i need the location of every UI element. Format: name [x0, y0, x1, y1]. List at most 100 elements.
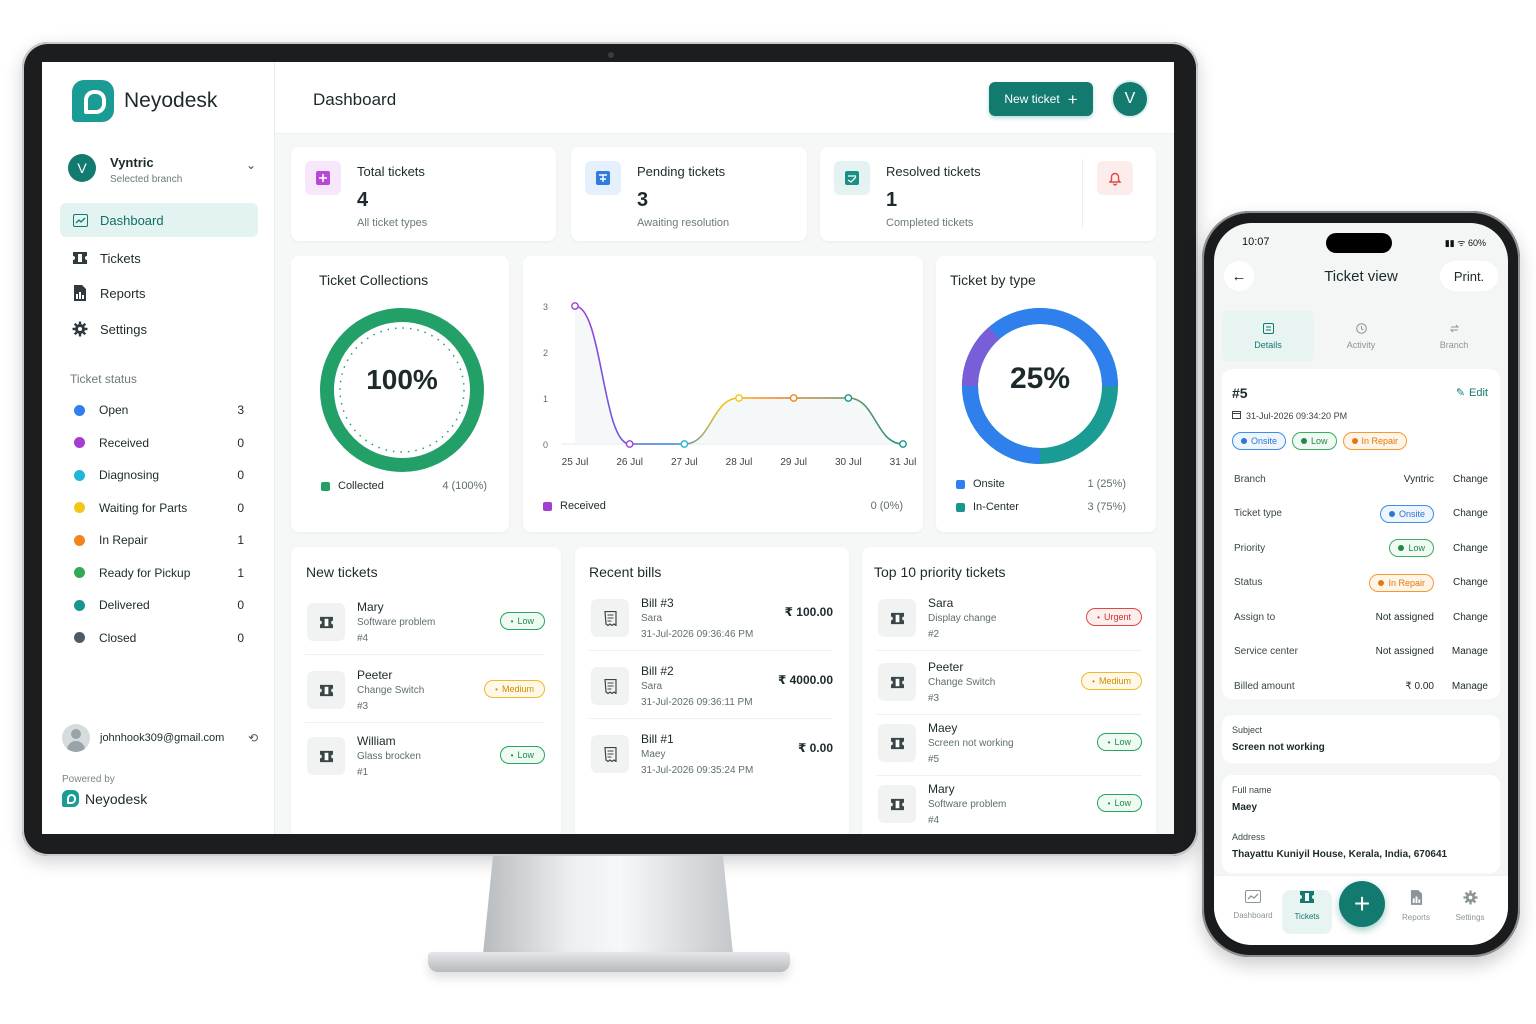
detail-action-button[interactable]: Change	[1450, 577, 1488, 588]
status-dot	[74, 534, 85, 546]
status-item[interactable]: Delivered 0	[74, 595, 244, 615]
ticket-list-item[interactable]: Maey Screen not working #5 • Low	[876, 716, 1142, 776]
y-tick-label: 1	[543, 394, 548, 404]
tab-activity[interactable]: Activity	[1315, 311, 1407, 361]
bill-icon	[591, 667, 629, 705]
y-tick-label: 3	[543, 302, 548, 312]
sidebar-item-reports[interactable]: Reports	[60, 276, 258, 310]
type-legend-onsite: Onsite 1 (25%)	[956, 478, 1126, 490]
battery-percent: 60%	[1467, 238, 1486, 248]
bottom-nav-dashboard[interactable]: Dashboard	[1228, 890, 1278, 934]
bell-icon[interactable]	[1097, 161, 1133, 195]
datetime-text: 31-Jul-2026 09:34:20 PM	[1246, 410, 1348, 421]
brand-logo[interactable]: Neyodesk	[72, 80, 217, 122]
status-count: 3	[237, 403, 244, 417]
powered-by-label: Powered by	[62, 774, 115, 785]
ticket-customer: Mary	[928, 782, 955, 796]
ticket-icon	[307, 671, 345, 709]
received-data-point	[571, 302, 579, 310]
print-button[interactable]: Print.	[1440, 261, 1498, 291]
stat-card-total[interactable]: Total tickets 4 All ticket types	[291, 147, 556, 241]
ticket-list-item[interactable]: William Glass brocken #1 • Low	[305, 729, 545, 789]
new-ticket-button[interactable]: New ticket +	[989, 82, 1093, 116]
bill-list-item[interactable]: Bill #2 Sara 31-Jul-2026 09:36:11 PM ₹ 4000…	[589, 659, 833, 719]
ticket-problem: Glass brocken	[357, 751, 421, 762]
chip-dot	[1241, 438, 1247, 444]
detail-action-button[interactable]: Change	[1450, 508, 1488, 519]
current-user[interactable]: johnhook309@gmail.com ⟲	[62, 724, 258, 752]
status-dot	[74, 599, 85, 611]
detail-action-button[interactable]: Change	[1450, 543, 1488, 554]
stat-card-resolved[interactable]: Resolved tickets 1 Completed tickets	[820, 147, 1156, 241]
detail-value: Not assigned	[1375, 646, 1434, 657]
branch-selector[interactable]: V Vyntric Selected branch ⌄	[68, 154, 258, 190]
ticket-chips: Onsite Low In Repair	[1232, 432, 1408, 450]
status-dot	[74, 632, 85, 643]
y-tick-label: 0	[543, 440, 548, 450]
detail-action-button[interactable]: Change	[1450, 474, 1488, 485]
status-count: 1	[237, 533, 244, 547]
sidebar-item-tickets[interactable]: Tickets	[60, 241, 258, 275]
plus-icon: +	[1067, 89, 1078, 109]
logout-icon[interactable]: ⟲	[248, 731, 258, 745]
card-title: Ticket Collections	[319, 272, 429, 288]
desktop-screen: Neyodesk V Vyntric Selected branch ⌄ Das…	[42, 62, 1174, 834]
new-tickets-card: New tickets Mary Software problem #4 • Low Pe…	[291, 547, 561, 834]
ticket-list-item[interactable]: Peeter Change Switch #3 • Medium	[876, 655, 1142, 715]
sidebar-item-dashboard[interactable]: Dashboard	[60, 203, 258, 237]
ticket-icon	[878, 785, 916, 823]
dashboard-icon	[72, 212, 88, 228]
user-avatar-button[interactable]: V	[1113, 82, 1147, 116]
priority-badge: • Medium	[484, 680, 545, 698]
camera-dot	[608, 52, 614, 58]
detail-action-button[interactable]: Change	[1450, 612, 1488, 623]
bottom-nav-settings[interactable]: Settings	[1445, 890, 1495, 934]
priority-tickets-card: Top 10 priority tickets Sara Display chan…	[862, 547, 1156, 834]
branch-avatar: V	[68, 154, 96, 182]
received-data-point	[735, 394, 743, 402]
detail-chip: Low	[1389, 539, 1434, 557]
tab-details[interactable]: Details	[1222, 311, 1314, 361]
mobile-phone: 10:07 ▮▮ ᯤ 60% ← Ticket view Print. Deta…	[1202, 211, 1520, 957]
ticket-list-item[interactable]: Mary Software problem #4 • Low	[305, 595, 545, 655]
customer-card: Full name Maey Address Thayattu Kuniyil …	[1222, 775, 1500, 873]
tab-branch[interactable]: Branch	[1408, 311, 1500, 361]
bottom-nav-label: Settings	[1455, 913, 1485, 922]
status-item[interactable]: Received 0	[74, 433, 244, 453]
status-item[interactable]: Waiting for Parts 0	[74, 498, 244, 518]
sidebar-item-settings[interactable]: Settings	[60, 312, 258, 346]
status-chip: In Repair	[1342, 432, 1408, 450]
badge-label: Medium	[501, 684, 534, 694]
card-title: Recent bills	[589, 564, 662, 580]
bill-icon	[591, 735, 629, 773]
stat-value: 1	[886, 189, 898, 211]
detail-action-button[interactable]: Manage	[1450, 681, 1488, 692]
status-dot	[74, 404, 85, 416]
type-chip: Onsite	[1232, 432, 1287, 450]
edit-button[interactable]: ✎ Edit	[1456, 386, 1488, 400]
received-data-point	[899, 440, 907, 448]
add-ticket-fab[interactable]: +	[1339, 881, 1385, 927]
ticket-list-item[interactable]: Mary Software problem #4 • Low	[876, 777, 1142, 834]
stat-value: 4	[357, 189, 369, 211]
bottom-nav-tickets[interactable]: Tickets	[1282, 890, 1332, 934]
ticket-list-item[interactable]: Peeter Change Switch #3 • Medium	[305, 663, 545, 723]
chevron-down-icon: ⌄	[245, 158, 256, 172]
status-item[interactable]: Open 3	[74, 400, 244, 420]
status-item[interactable]: Diagnosing 0	[74, 465, 244, 485]
bill-list-item[interactable]: Bill #3 Sara 31-Jul-2026 09:36:46 PM ₹ 100.…	[589, 591, 833, 651]
ticket-customer: Maey	[928, 721, 958, 735]
status-item[interactable]: Closed 0	[74, 628, 244, 648]
ticket-by-type-card: Ticket by type 25% Onsite 1 (25%) In-Cen…	[936, 256, 1156, 532]
status-item[interactable]: Ready for Pickup 1	[74, 563, 244, 583]
stat-card-pending[interactable]: Pending tickets 3 Awaiting resolution	[571, 147, 807, 241]
ticket-list-item[interactable]: Sara Display change #2 • Urgent	[876, 591, 1142, 651]
priority-badge: • Low	[1096, 733, 1142, 751]
bottom-nav-reports[interactable]: Reports	[1391, 890, 1441, 934]
bill-list-item[interactable]: Bill #1 Maey 31-Jul-2026 09:35:24 PM ₹ 0.00	[589, 727, 833, 787]
status-item[interactable]: In Repair 1	[74, 530, 244, 550]
stat-label: Resolved tickets	[886, 164, 981, 179]
detail-action-button[interactable]: Manage	[1450, 646, 1488, 657]
stat-label: Total tickets	[357, 164, 425, 179]
legend-swatch	[321, 481, 330, 491]
